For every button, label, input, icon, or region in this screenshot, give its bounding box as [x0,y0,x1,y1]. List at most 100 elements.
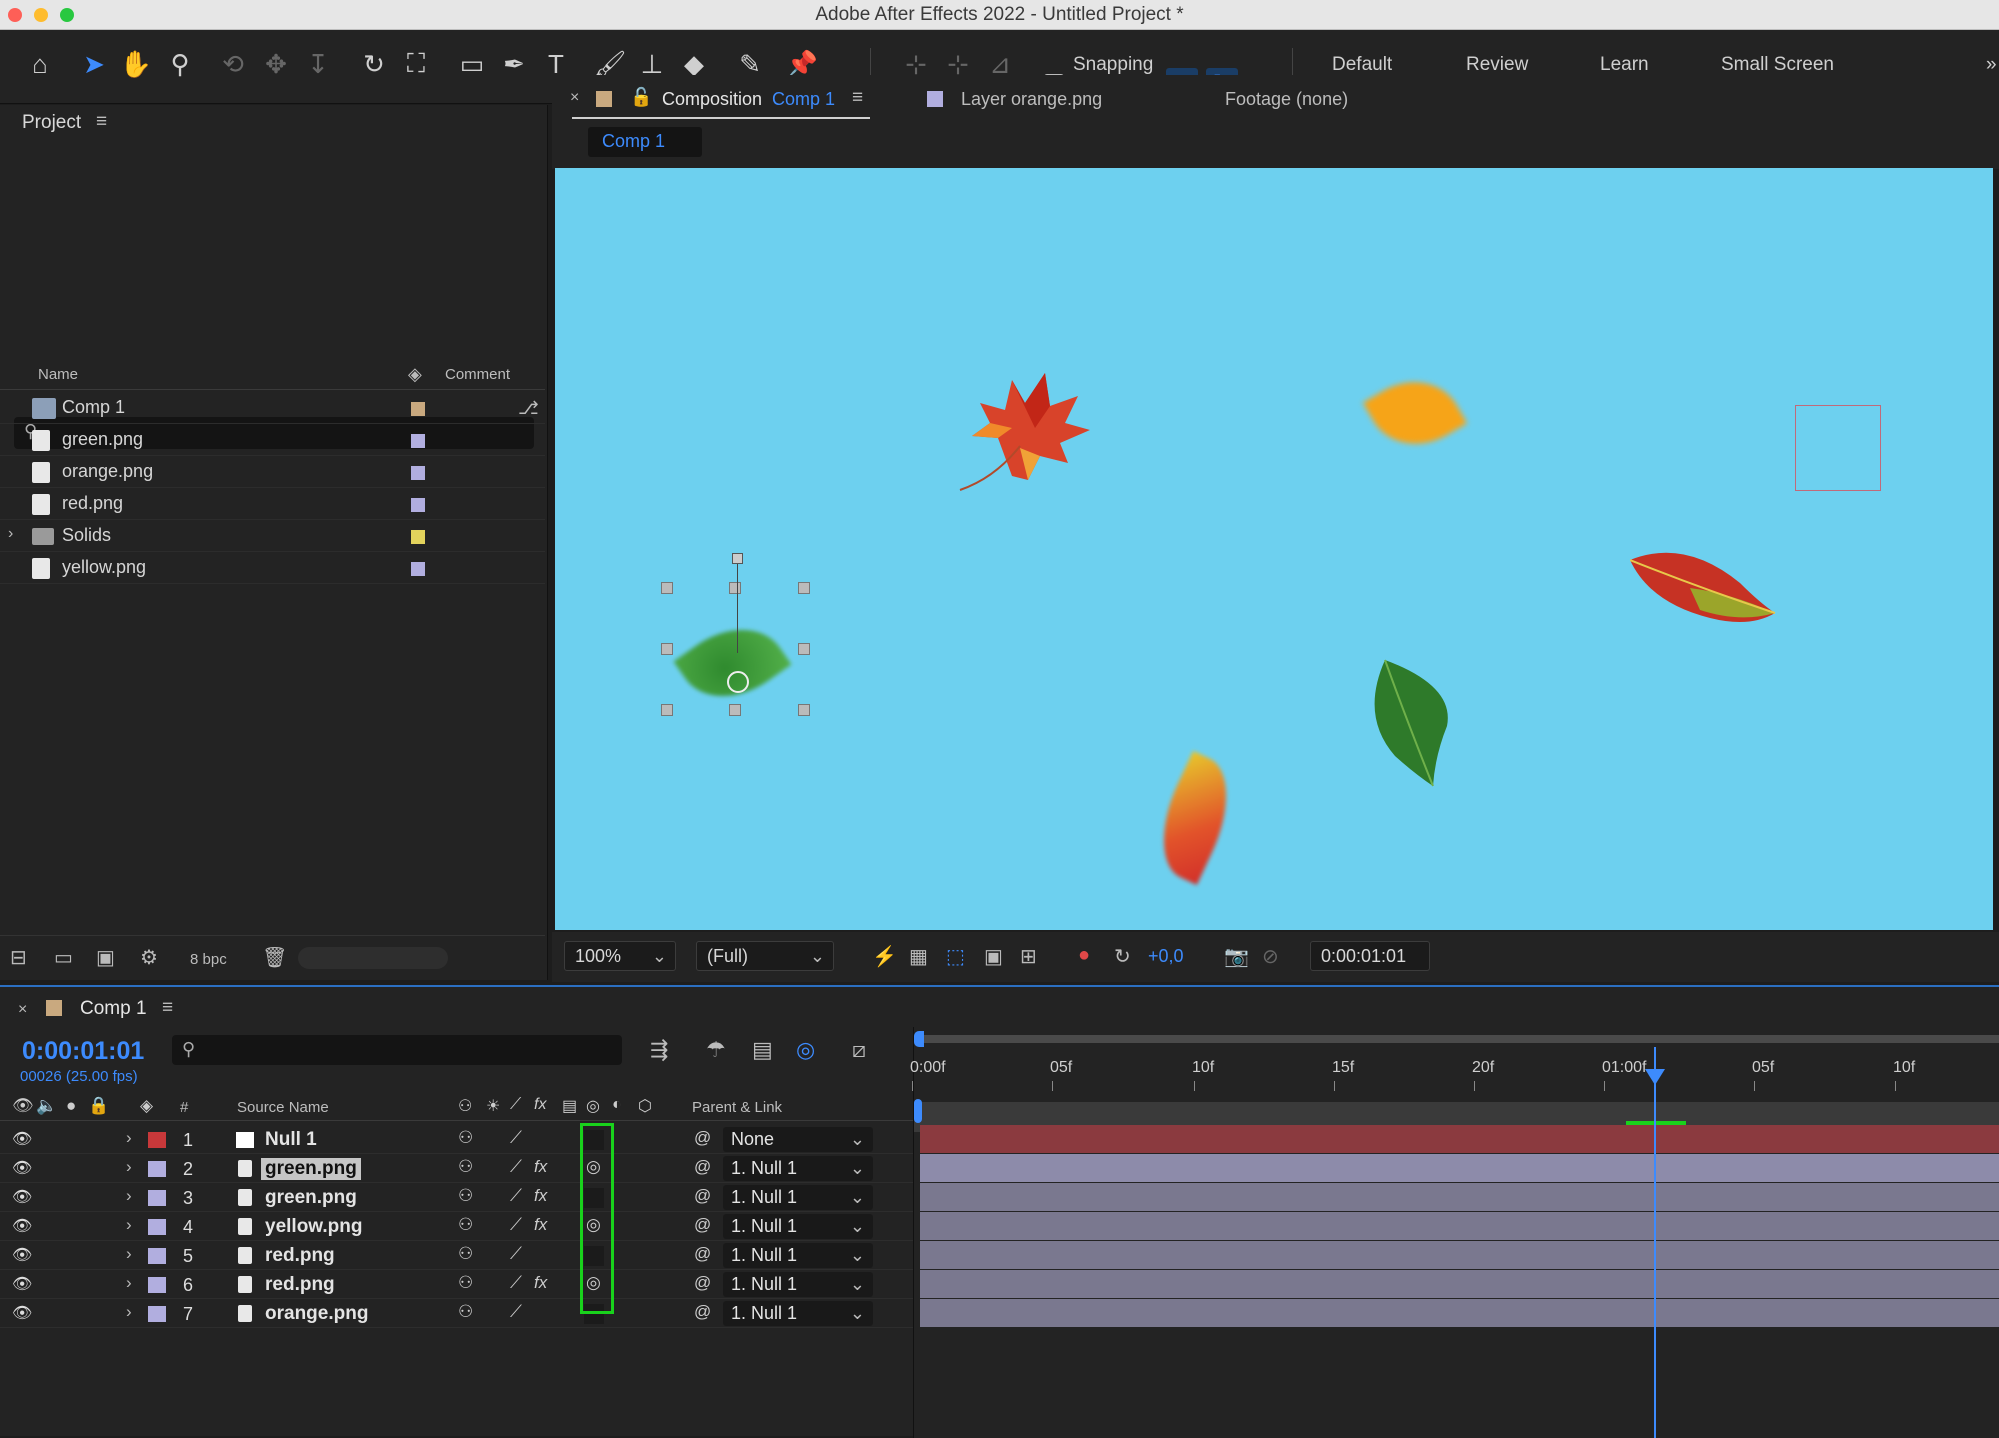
label-color-swatch[interactable] [411,562,425,576]
effects-on-icon[interactable]: fx [534,1186,547,1206]
new-folder-icon[interactable]: ▭ [54,945,73,970]
transform-handle[interactable] [729,704,741,716]
quality-switch-icon[interactable]: ⟋ [510,1273,522,1293]
layer-duration-bar[interactable] [920,1212,1999,1240]
parent-dropdown[interactable]: 1. Null 1 ⌄ [723,1243,873,1268]
layer-duration-bar[interactable] [920,1125,1999,1153]
viewer-timecode[interactable]: 0:00:01:01 [1310,941,1430,971]
visibility-eye-icon[interactable]: 👁 [12,1245,32,1265]
project-item[interactable]: orange.png [0,456,545,488]
expand-chevron-icon[interactable]: › [126,1244,132,1264]
shy-switch-icon[interactable]: ⚇ [458,1096,472,1116]
shy-switch-icon[interactable]: ⚇ [458,1157,473,1177]
label-color-swatch[interactable] [411,498,425,512]
quality-switch-icon[interactable]: ⟋ [510,1128,522,1148]
project-item[interactable]: › Solids [0,520,545,552]
hand-tool-icon[interactable]: ✋ [118,46,154,82]
frame-blending-icon[interactable]: ▤ [752,1037,773,1063]
new-composition-icon[interactable]: ▣ [96,945,115,970]
timeline-search-input[interactable]: ⚲ [172,1035,622,1065]
layer-row[interactable]: 👁 › 5 red.png ⚇ ⟋ @1. Null 1 ⌄ [0,1241,913,1270]
motion-blur-switch-icon[interactable]: ◎ [796,1037,815,1063]
rotation-handle[interactable] [732,553,743,564]
expand-chevron-icon[interactable]: › [8,525,13,543]
shy-switch-icon[interactable]: ⚇ [458,1186,473,1206]
visibility-eye-icon[interactable]: 👁 [12,1158,32,1178]
playhead-handle[interactable] [1645,1069,1665,1085]
transform-handle[interactable] [661,582,673,594]
bit-depth-button[interactable]: 8 bpc [190,951,227,968]
layer-duration-bar[interactable] [920,1183,1999,1211]
transform-handle[interactable] [661,643,673,655]
pan-camera-icon[interactable]: ✥ [258,46,294,82]
composition-canvas[interactable] [555,168,1993,930]
rectangle-tool-icon[interactable]: ▭ [454,46,490,82]
reset-exposure-icon[interactable]: ↻ [1114,944,1131,969]
pick-whip-icon[interactable]: @ [694,1273,711,1293]
shy-switch-icon[interactable]: ⚇ [458,1273,473,1293]
pick-whip-icon[interactable]: @ [694,1186,711,1206]
label-color-swatch[interactable] [411,434,425,448]
snapshot-camera-icon[interactable]: 📷 [1224,944,1249,969]
flowchart-icon[interactable]: ⎇ [518,398,539,419]
close-timeline-icon[interactable]: × [18,1001,27,1019]
layer-source-name[interactable]: Null 1 [265,1129,317,1151]
layer-row[interactable]: 👁 › 4 yellow.png ⚇ ⟋ fx ◎ @1. Null 1 ⌄ [0,1212,913,1241]
parent-dropdown[interactable]: 1. Null 1 ⌄ [723,1301,873,1326]
layer-row[interactable]: 👁 › 6 red.png ⚇ ⟋ fx ◎ @1. Null 1 ⌄ [0,1270,913,1299]
frame-blend-switch-icon[interactable]: ▤ [562,1096,577,1116]
rotation-tool-icon[interactable]: ↻ [356,46,392,82]
layer-label-swatch[interactable] [148,1161,166,1177]
pick-whip-icon[interactable]: @ [694,1128,711,1148]
label-color-swatch[interactable] [411,530,425,544]
video-switch-icon[interactable]: 👁 [12,1096,34,1116]
audio-switch-icon[interactable]: 🔈 [36,1096,57,1116]
layer-label-swatch[interactable] [148,1190,166,1206]
parent-dropdown[interactable]: 1. Null 1 ⌄ [723,1272,873,1297]
orange-leaf[interactable] [1362,362,1468,464]
motion-blur-column-icon[interactable]: ◎ [586,1096,600,1116]
red-leaf-right[interactable] [1630,548,1780,628]
layer-row[interactable]: 👁 › 1 Null 1 ⚇ ⟋ @ None ⌄ [0,1125,913,1154]
layer-duration-bar[interactable] [920,1270,1999,1298]
transform-handle[interactable] [798,582,810,594]
work-area-bar[interactable] [914,1035,1999,1043]
layer-label-swatch[interactable] [148,1306,166,1322]
more-workspaces-icon[interactable]: » [1986,54,1997,76]
thumbnail-scrollbar[interactable] [298,947,448,969]
shy-switch-icon[interactable]: ⚇ [458,1128,473,1148]
layer-source-name[interactable]: red.png [265,1274,335,1296]
layer-row[interactable]: 👁 › 2 green.png ⚇ ⟋ fx ◎ @1. Null 1 ⌄ [0,1154,913,1183]
resolution-dropdown[interactable]: (Full) ⌄ [696,941,834,971]
layer-source-name[interactable]: yellow.png [265,1216,362,1238]
region-of-interest-icon[interactable]: ▣ [984,944,1003,969]
exposure-value[interactable]: +0,0 [1148,946,1184,967]
workspace-default[interactable]: Default [1332,54,1392,76]
quality-switch-icon[interactable]: ⟋ [510,1096,521,1114]
render-queue-icon[interactable]: ⚙ [140,945,158,970]
layer-label-swatch[interactable] [148,1132,166,1148]
project-item[interactable]: green.png [0,424,545,456]
comp-mini-flowchart-icon[interactable]: ⇶ [650,1037,668,1063]
adjustment-layer-icon[interactable]: ◐ [612,1096,622,1114]
trash-icon[interactable]: 🗑 [262,945,287,970]
home-icon[interactable]: ⌂ [22,46,58,82]
composition-tab-prefix[interactable]: Composition [662,89,762,110]
column-name[interactable]: Name [38,366,78,383]
effects-on-icon[interactable]: fx [534,1215,547,1235]
label-color-swatch[interactable] [411,466,425,480]
column-comment[interactable]: Comment [445,366,510,383]
current-timecode[interactable]: 0:00:01:01 [22,1037,144,1066]
visibility-eye-icon[interactable]: 👁 [12,1187,32,1207]
null-object-bounds[interactable] [1795,405,1881,491]
workspace-learn[interactable]: Learn [1600,54,1649,76]
effects-on-icon[interactable]: fx [534,1273,547,1293]
parent-dropdown[interactable]: None ⌄ [723,1127,873,1152]
draft-3d-icon[interactable]: ☂ [706,1037,726,1063]
visibility-eye-icon[interactable]: 👁 [12,1129,32,1149]
shy-switch-icon[interactable]: ⚇ [458,1244,473,1264]
composition-tab-name[interactable]: Comp 1 [772,89,835,110]
layer-source-name[interactable]: orange.png [265,1303,368,1325]
red-leaf-blurred[interactable] [1142,750,1248,886]
project-item[interactable]: Comp 1 [0,392,545,424]
